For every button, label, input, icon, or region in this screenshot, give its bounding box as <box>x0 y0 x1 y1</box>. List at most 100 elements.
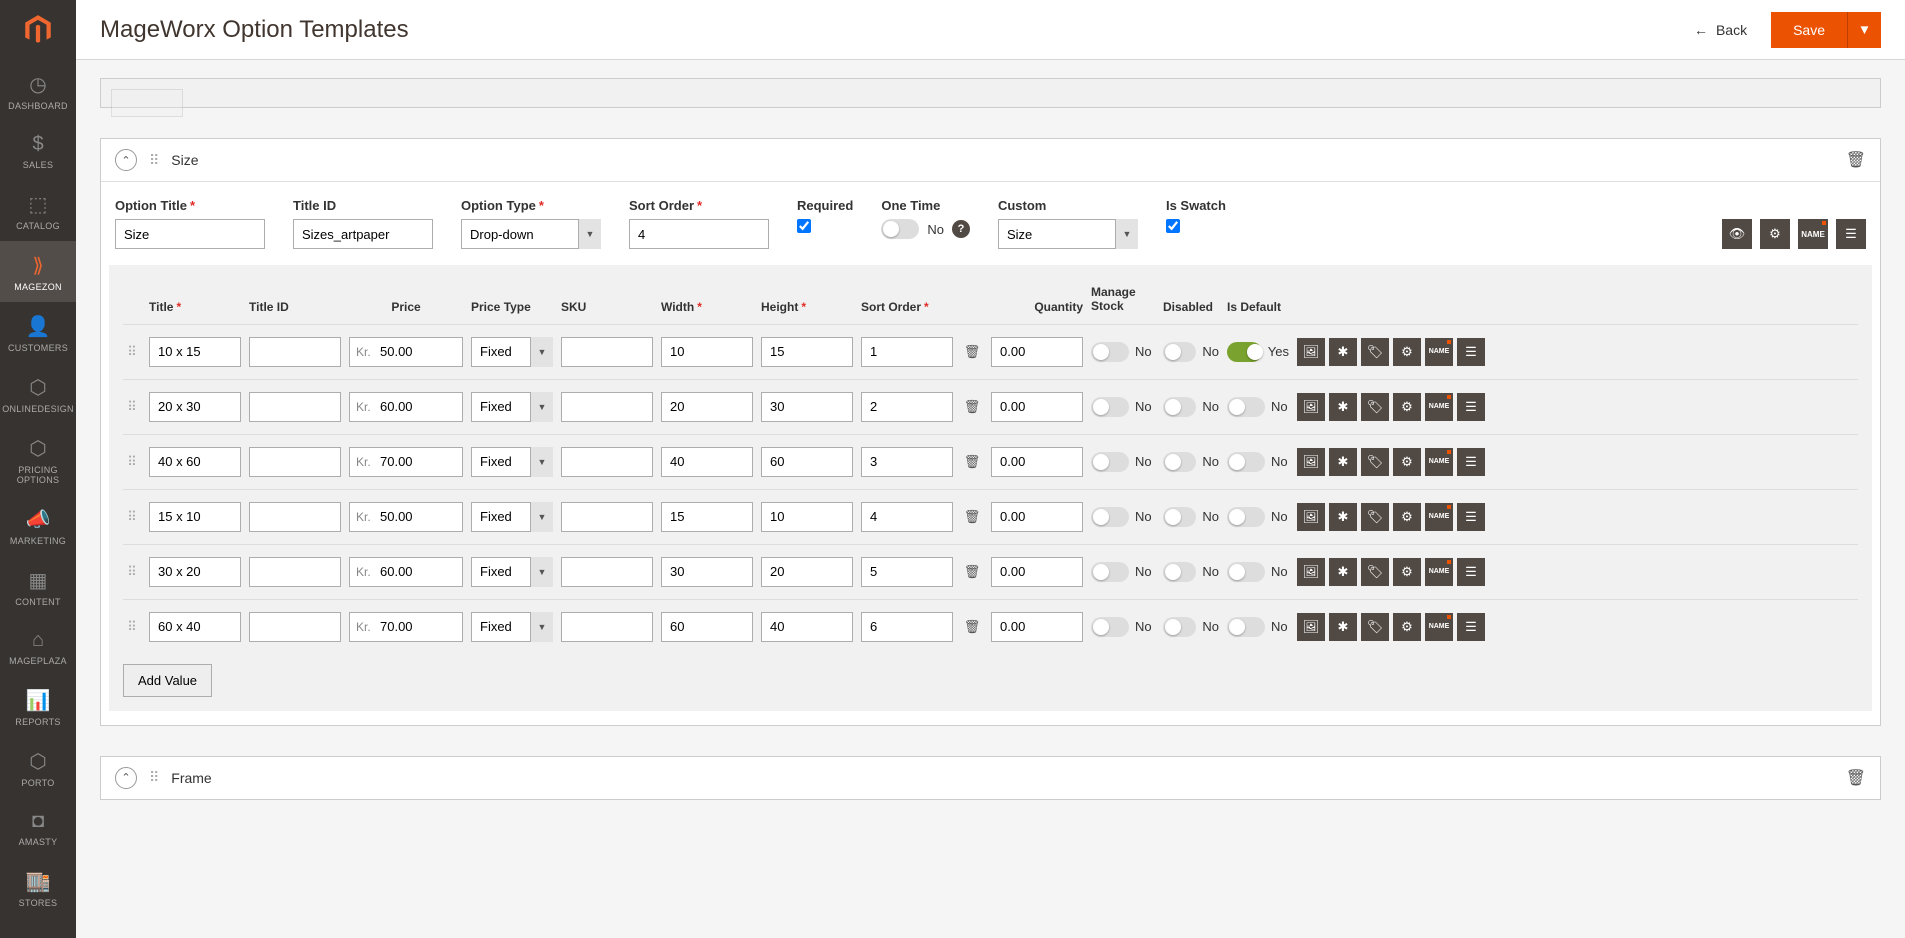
value-titleid-input[interactable] <box>249 612 341 642</box>
dependency-button[interactable]: ✱ <box>1329 393 1357 421</box>
drag-handle-icon[interactable]: ⠿ <box>123 399 141 415</box>
description-button[interactable]: ☰ <box>1457 613 1485 641</box>
drag-handle-icon[interactable]: ⠿ <box>123 509 141 525</box>
disabled-toggle[interactable] <box>1163 562 1196 582</box>
value-sort-input[interactable] <box>861 447 953 477</box>
default-toggle[interactable] <box>1227 397 1265 417</box>
value-sku-input[interactable] <box>561 337 653 367</box>
value-sku-input[interactable] <box>561 557 653 587</box>
tier-price-button[interactable]: 🏷 <box>1361 393 1389 421</box>
value-qty-input[interactable] <box>991 557 1083 587</box>
sort-order-input[interactable] <box>629 219 769 249</box>
sidebar-item-onlinedesign[interactable]: ⬡OnlineDesign <box>0 363 76 424</box>
value-title-input[interactable] <box>149 447 241 477</box>
dependency-button[interactable]: ✱ <box>1329 338 1357 366</box>
disabled-toggle[interactable] <box>1163 617 1196 637</box>
image-button[interactable]: 🖼 <box>1297 448 1325 476</box>
tier-price-button[interactable]: 🏷 <box>1361 448 1389 476</box>
tier-price-button[interactable]: 🏷 <box>1361 613 1389 641</box>
delete-value-button[interactable]: 🗑 <box>961 454 983 470</box>
option-title-input[interactable] <box>115 219 265 249</box>
value-height-input[interactable] <box>761 392 853 422</box>
collapse-button[interactable]: ⌃ <box>115 149 137 171</box>
sidebar-item-mageplaza[interactable]: ⌂Mageplaza <box>0 617 76 676</box>
description-button[interactable]: ☰ <box>1457 448 1485 476</box>
default-toggle[interactable] <box>1227 507 1265 527</box>
description-button[interactable]: ☰ <box>1836 219 1866 249</box>
description-button[interactable]: ☰ <box>1457 338 1485 366</box>
one-time-toggle[interactable] <box>881 219 919 239</box>
image-button[interactable]: 🖼 <box>1297 558 1325 586</box>
mstock-toggle[interactable] <box>1091 617 1129 637</box>
settings-button[interactable]: ⚙ <box>1393 613 1421 641</box>
add-value-button[interactable]: Add Value <box>123 664 212 697</box>
description-button[interactable]: ☰ <box>1457 393 1485 421</box>
value-height-input[interactable] <box>761 337 853 367</box>
delete-panel-button[interactable]: 🗑 <box>1846 150 1866 170</box>
disabled-toggle[interactable] <box>1163 397 1196 417</box>
sidebar-item-reports[interactable]: 📊Reports <box>0 676 76 737</box>
name-button[interactable]: NAME <box>1425 448 1453 476</box>
mstock-toggle[interactable] <box>1091 507 1129 527</box>
dependency-button[interactable]: ✱ <box>1329 448 1357 476</box>
value-ptype-select[interactable]: Fixed <box>471 502 553 532</box>
value-qty-input[interactable] <box>991 502 1083 532</box>
custom-select[interactable]: Size <box>998 219 1138 249</box>
value-title-input[interactable] <box>149 612 241 642</box>
value-ptype-select[interactable]: Fixed <box>471 447 553 477</box>
default-toggle[interactable] <box>1227 342 1262 362</box>
sidebar-item-amasty[interactable]: ◘Amasty <box>0 798 76 857</box>
value-qty-input[interactable] <box>991 612 1083 642</box>
mstock-toggle[interactable] <box>1091 562 1129 582</box>
value-sort-input[interactable] <box>861 612 953 642</box>
sidebar-item-marketing[interactable]: 📣Marketing <box>0 495 76 556</box>
value-sort-input[interactable] <box>861 337 953 367</box>
tier-price-button[interactable]: 🏷 <box>1361 558 1389 586</box>
dependency-button[interactable]: ✱ <box>1329 558 1357 586</box>
value-width-input[interactable] <box>661 392 753 422</box>
value-width-input[interactable] <box>661 447 753 477</box>
dependency-button[interactable]: ✱ <box>1329 503 1357 531</box>
name-button[interactable]: NAME <box>1425 393 1453 421</box>
value-sku-input[interactable] <box>561 502 653 532</box>
settings-button[interactable]: ⚙ <box>1393 393 1421 421</box>
value-qty-input[interactable] <box>991 337 1083 367</box>
sidebar-item-stores[interactable]: 🏬Stores <box>0 857 76 918</box>
value-ptype-select[interactable]: Fixed <box>471 557 553 587</box>
help-icon[interactable]: ? <box>952 220 970 238</box>
drag-handle-icon[interactable]: ⠿ <box>123 344 141 360</box>
dependency-button[interactable]: ✱ <box>1329 613 1357 641</box>
delete-panel-button[interactable]: 🗑 <box>1846 768 1866 788</box>
sidebar-item-sales[interactable]: $Sales <box>0 121 76 180</box>
is-swatch-checkbox[interactable] <box>1166 219 1180 233</box>
value-height-input[interactable] <box>761 502 853 532</box>
sidebar-item-customers[interactable]: 👤Customers <box>0 302 76 363</box>
name-button[interactable]: NAME <box>1425 613 1453 641</box>
drag-handle-icon[interactable]: ⠿ <box>123 619 141 635</box>
sidebar-item-porto[interactable]: ⬡Porto <box>0 737 76 798</box>
mstock-toggle[interactable] <box>1091 342 1129 362</box>
value-qty-input[interactable] <box>991 392 1083 422</box>
value-sku-input[interactable] <box>561 612 653 642</box>
image-button[interactable]: 🖼 <box>1297 338 1325 366</box>
required-checkbox[interactable] <box>797 219 811 233</box>
mstock-toggle[interactable] <box>1091 397 1129 417</box>
value-titleid-input[interactable] <box>249 337 341 367</box>
value-title-input[interactable] <box>149 392 241 422</box>
drag-handle-icon[interactable]: ⠿ <box>123 454 141 470</box>
sidebar-item-dashboard[interactable]: ◷Dashboard <box>0 60 76 121</box>
disabled-toggle[interactable] <box>1163 507 1196 527</box>
delete-value-button[interactable]: 🗑 <box>961 619 983 635</box>
value-title-input[interactable] <box>149 557 241 587</box>
name-button[interactable]: NAME <box>1425 503 1453 531</box>
magento-logo[interactable] <box>0 0 76 60</box>
value-sku-input[interactable] <box>561 447 653 477</box>
sidebar-item-catalog[interactable]: ⬚Catalog <box>0 180 76 241</box>
sidebar-item-content[interactable]: ▦Content <box>0 556 76 617</box>
value-height-input[interactable] <box>761 447 853 477</box>
value-ptype-select[interactable]: Fixed <box>471 392 553 422</box>
value-sort-input[interactable] <box>861 557 953 587</box>
drag-handle-icon[interactable]: ⠿ <box>123 564 141 580</box>
value-titleid-input[interactable] <box>249 502 341 532</box>
name-button[interactable]: NAME <box>1425 558 1453 586</box>
